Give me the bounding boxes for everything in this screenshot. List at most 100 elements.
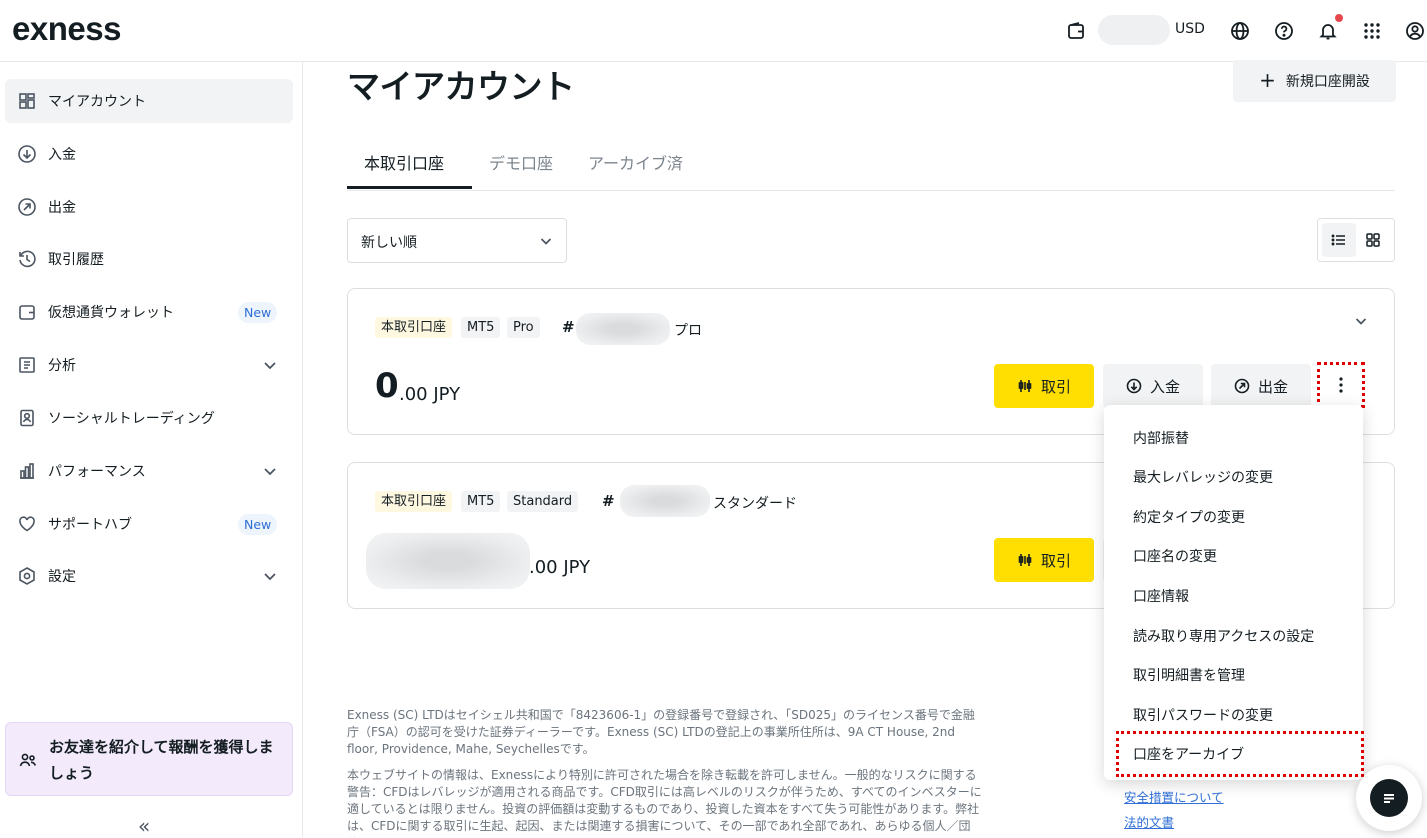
list-view-button[interactable] — [1322, 223, 1356, 257]
sidebar-item-support-hub[interactable]: サポートハブ New — [5, 502, 293, 546]
withdraw-button[interactable]: 出金 — [1211, 364, 1311, 408]
sidebar-item-label: パフォーマンス — [48, 464, 146, 480]
sidebar-item-analytics[interactable]: 分析 — [5, 343, 293, 387]
more-options-button[interactable] — [1317, 362, 1365, 408]
sidebar-item-label: 分析 — [48, 358, 76, 374]
profile-icon[interactable] — [1402, 18, 1427, 44]
sidebar-item-withdraw[interactable]: 出金 — [5, 185, 293, 229]
menu-internal-transfer[interactable]: 内部振替 — [1133, 428, 1189, 448]
balance-blurred — [366, 533, 530, 589]
chat-icon — [1370, 779, 1408, 817]
deposit-label: 入金 — [1149, 377, 1180, 396]
collapse-sidebar-button[interactable]: « — [138, 814, 150, 838]
withdraw-icon — [1234, 378, 1250, 394]
grid-view-button[interactable] — [1356, 223, 1390, 257]
account-kind-tag: Pro — [507, 317, 540, 338]
wallet-icon[interactable] — [1063, 18, 1089, 44]
balance-decimal: .00 JPY — [529, 557, 591, 578]
tab-archived[interactable]: アーカイブ済 — [588, 150, 683, 174]
settings-icon — [19, 567, 35, 585]
new-badge: New — [238, 302, 278, 323]
exness-logo[interactable]: exness — [12, 10, 121, 48]
sidebar-item-history[interactable]: 取引履歴 — [5, 237, 293, 281]
account-type-tag: 本取引口座 — [375, 491, 453, 512]
social-trading-icon — [20, 409, 34, 427]
refer-friend-banner[interactable]: お友達を紹介して報酬を獲得しましょう — [5, 722, 293, 796]
active-tab-indicator — [347, 186, 472, 189]
chevron-down-icon — [264, 468, 276, 476]
withdraw-icon — [18, 198, 36, 216]
deposit-button[interactable]: 入金 — [1103, 364, 1203, 408]
trade-label: 取引 — [1040, 551, 1071, 570]
account-number-blurred — [620, 485, 710, 517]
menu-account-info[interactable]: 口座情報 — [1133, 586, 1189, 606]
tab-demo[interactable]: デモ口座 — [489, 150, 553, 174]
sidebar-item-label: 仮想通貨ウォレット — [48, 305, 174, 321]
trade-button[interactable]: 取引 — [994, 538, 1094, 582]
globe-icon[interactable] — [1227, 18, 1253, 44]
menu-change-execution-type[interactable]: 約定タイプの変更 — [1133, 507, 1245, 527]
new-account-button[interactable]: + 新規口座開設 — [1233, 60, 1396, 102]
account-type-tag: 本取引口座 — [375, 317, 453, 338]
sidebar: マイアカウント 入金 出金 取引履歴 仮想通貨ウォレット New 分析 ソーシャ… — [0, 62, 303, 838]
view-toggle — [1317, 218, 1395, 262]
balance-decimal: .00 JPY — [399, 384, 461, 405]
grid-icon — [1366, 233, 1380, 247]
currency-label[interactable]: USD — [1175, 21, 1205, 37]
balance-integer: 0 — [375, 366, 399, 406]
chevron-down-icon — [540, 238, 552, 245]
sidebar-item-social-trading[interactable]: ソーシャルトレーディング — [5, 396, 293, 440]
archive-highlight-box — [1116, 731, 1364, 777]
performance-icon — [20, 463, 34, 479]
tab-real[interactable]: 本取引口座 — [364, 150, 444, 174]
legal-documents-link[interactable]: 法的文書 — [1124, 812, 1174, 831]
account-options-menu: 内部振替 最大レバレッジの変更 約定タイプの変更 口座名の変更 口座情報 読み取… — [1104, 405, 1363, 780]
sidebar-item-label: マイアカウント — [48, 94, 146, 110]
help-icon[interactable] — [1271, 18, 1297, 44]
sidebar-item-label: 取引履歴 — [48, 252, 104, 268]
menu-manage-statements[interactable]: 取引明細書を管理 — [1133, 665, 1245, 685]
deposit-icon — [18, 145, 36, 163]
kebab-menu-icon — [1339, 377, 1343, 393]
chevron-down-icon[interactable] — [1353, 313, 1369, 329]
sidebar-item-label: サポートハブ — [48, 517, 132, 533]
deposit-icon — [1126, 378, 1142, 394]
sort-select[interactable]: 新しい順 — [347, 218, 567, 263]
chat-button[interactable] — [1356, 765, 1422, 831]
top-bar: exness USD — [0, 0, 1427, 62]
safety-measures-link[interactable]: 安全措置について — [1124, 787, 1224, 806]
candlestick-icon — [1018, 380, 1032, 392]
trade-button[interactable]: 取引 — [994, 364, 1094, 408]
account-name: スタンダード — [713, 496, 797, 512]
sidebar-item-my-account[interactable]: マイアカウント — [5, 79, 293, 123]
sidebar-item-crypto-wallet[interactable]: 仮想通貨ウォレット New — [5, 290, 293, 334]
list-icon — [1331, 234, 1345, 246]
account-number-blurred — [576, 313, 670, 345]
heart-icon — [19, 516, 35, 532]
balance-blurred[interactable] — [1098, 15, 1170, 45]
sidebar-item-performance[interactable]: パフォーマンス — [5, 449, 293, 493]
sidebar-item-deposit[interactable]: 入金 — [5, 132, 293, 176]
new-badge: New — [238, 514, 278, 535]
account-tabs: 本取引口座 デモ口座 アーカイブ済 — [347, 140, 1395, 191]
sidebar-item-label: ソーシャルトレーディング — [48, 411, 215, 427]
plus-icon: + — [1259, 68, 1276, 92]
menu-change-max-leverage[interactable]: 最大レバレッジの変更 — [1133, 467, 1273, 487]
notification-dot — [1335, 14, 1343, 22]
sidebar-item-label: 入金 — [48, 147, 76, 163]
page-title: マイアカウント — [347, 67, 575, 106]
analytics-icon — [19, 357, 35, 373]
menu-read-only-access[interactable]: 読み取り専用アクセスの設定 — [1133, 626, 1314, 646]
crypto-wallet-icon — [19, 305, 35, 320]
menu-change-trading-password[interactable]: 取引パスワードの変更 — [1133, 705, 1273, 725]
sidebar-item-settings[interactable]: 設定 — [5, 554, 293, 598]
account-name: プロ — [674, 323, 702, 339]
refer-friend-text: お友達を紹介して報酬を獲得しましょう — [49, 738, 274, 782]
footer-legal-1: Exness (SC) LTDはセイシェル共和国で「8423606-1」の登録番… — [347, 708, 975, 756]
trade-label: 取引 — [1040, 377, 1071, 396]
sidebar-item-label: 設定 — [48, 569, 76, 585]
account-hash: # — [562, 318, 575, 336]
history-icon — [19, 250, 36, 268]
menu-rename-account[interactable]: 口座名の変更 — [1133, 546, 1217, 566]
apps-grid-icon[interactable] — [1359, 18, 1385, 44]
